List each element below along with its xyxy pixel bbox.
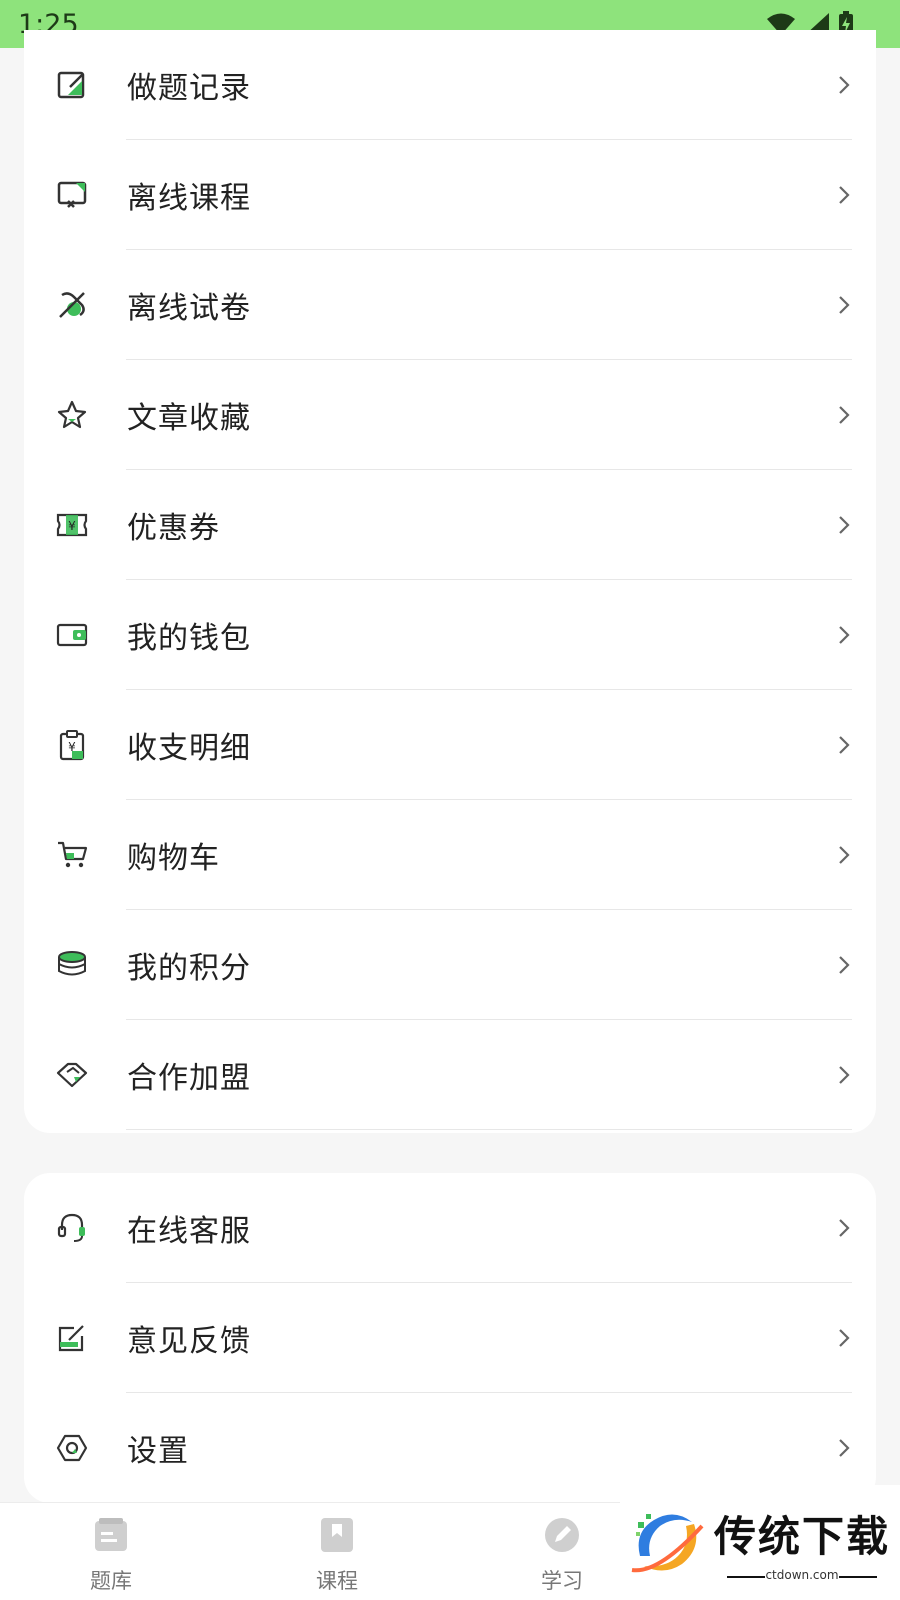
menu-label: 我的钱包 — [127, 621, 251, 656]
chevron-right-icon — [839, 406, 850, 424]
menu-label: 我的积分 — [127, 951, 251, 986]
menu-item-offline-course[interactable]: 离线课程 — [24, 140, 876, 250]
chevron-right-icon — [839, 296, 850, 314]
menu-label: 优惠券 — [127, 511, 220, 546]
offline-paper-icon — [54, 287, 90, 323]
tab-label: 学习 — [541, 1569, 583, 1593]
menu-label: 合作加盟 — [127, 1061, 251, 1096]
menu-label: 收支明细 — [127, 731, 251, 766]
feedback-icon — [54, 1320, 90, 1356]
menu-card-top: 做题记录 离线课程 离线试卷 文章收藏 ¥ 优惠券 我的钱包 ¥ 收支明细 购物… — [24, 30, 876, 1133]
tab-label: 课程 — [316, 1569, 358, 1593]
divider — [126, 1129, 852, 1130]
menu-item-partnership[interactable]: 合作加盟 — [24, 1020, 876, 1130]
tab-study[interactable]: 学习 — [517, 1515, 607, 1595]
chevron-right-icon — [839, 76, 850, 94]
menu-item-cart[interactable]: 购物车 — [24, 800, 876, 910]
chevron-right-icon — [839, 736, 850, 754]
menu-item-wallet[interactable]: 我的钱包 — [24, 580, 876, 690]
tab-label: 题库 — [90, 1569, 132, 1593]
chevron-right-icon — [839, 186, 850, 204]
menu-item-coupons[interactable]: ¥ 优惠券 — [24, 470, 876, 580]
chevron-right-icon — [839, 626, 850, 644]
menu-label: 离线试卷 — [127, 291, 251, 326]
question-bank-icon — [95, 1518, 127, 1551]
menu-item-feedback[interactable]: 意见反馈 — [24, 1283, 876, 1393]
chevron-right-icon — [839, 846, 850, 864]
study-pen-icon — [545, 1518, 579, 1552]
chevron-right-icon — [839, 1329, 850, 1347]
watermark-subtitle: ctdown.com — [727, 1568, 877, 1582]
bill-detail-icon: ¥ — [54, 727, 90, 763]
settings-icon — [54, 1430, 90, 1466]
points-icon — [54, 947, 90, 983]
menu-item-online-service[interactable]: 在线客服 — [24, 1173, 876, 1283]
menu-item-income-expense[interactable]: ¥ 收支明细 — [24, 690, 876, 800]
coupon-icon: ¥ — [54, 507, 90, 543]
menu-item-practice-record[interactable]: 做题记录 — [24, 30, 876, 140]
menu-card-bottom: 在线客服 意见反馈 设置 — [24, 1173, 876, 1503]
menu-item-article-favorites[interactable]: 文章收藏 — [24, 360, 876, 470]
svg-text:¥: ¥ — [68, 740, 76, 754]
menu-label: 设置 — [127, 1434, 189, 1469]
ctdown-logo-icon — [631, 1513, 704, 1572]
menu-label: 意见反馈 — [127, 1324, 251, 1359]
menu-item-points[interactable]: 我的积分 — [24, 910, 876, 1020]
cart-icon — [54, 837, 90, 873]
wallet-icon — [54, 617, 90, 653]
chevron-right-icon — [839, 516, 850, 534]
chevron-right-icon — [839, 1219, 850, 1237]
watermark-title: 传统下载 — [714, 1512, 891, 1561]
star-icon — [54, 397, 90, 433]
tab-question-bank[interactable]: 题库 — [66, 1515, 156, 1595]
edit-record-icon — [54, 67, 90, 103]
offline-course-icon — [54, 177, 90, 213]
course-bookmark-icon — [321, 1518, 353, 1552]
svg-text:¥: ¥ — [68, 519, 76, 533]
handshake-icon — [54, 1057, 90, 1093]
menu-item-offline-paper[interactable]: 离线试卷 — [24, 250, 876, 360]
tab-courses[interactable]: 课程 — [292, 1515, 382, 1595]
watermark-badge: 传统下载 ctdown.com — [620, 1485, 900, 1600]
chevron-right-icon — [839, 1066, 850, 1084]
menu-label: 做题记录 — [127, 71, 251, 106]
menu-label: 离线课程 — [127, 181, 251, 216]
menu-label: 购物车 — [127, 841, 220, 876]
menu-label: 在线客服 — [127, 1214, 251, 1249]
chevron-right-icon — [839, 1439, 850, 1457]
chevron-right-icon — [839, 956, 850, 974]
headset-icon — [54, 1210, 90, 1246]
menu-label: 文章收藏 — [127, 401, 251, 436]
